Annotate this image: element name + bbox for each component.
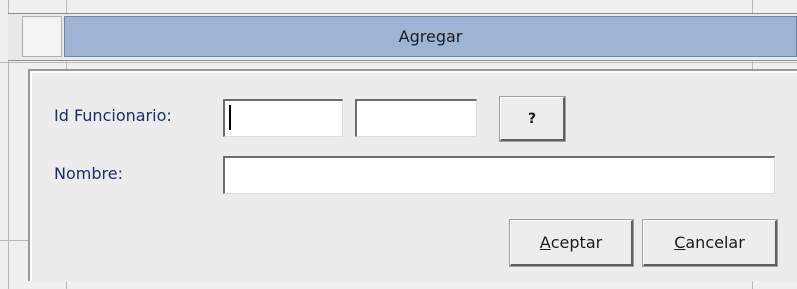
cancelar-button[interactable]: Cancelar (643, 220, 777, 266)
dialog-title-bar: Agregar (64, 16, 797, 57)
nombre-label: Nombre: (54, 164, 123, 183)
grid-line (0, 62, 797, 63)
nombre-input[interactable] (223, 156, 775, 194)
id-funcionario-input[interactable] (223, 99, 343, 137)
cancelar-mnemonic: C (674, 233, 686, 252)
header-corner (22, 16, 62, 57)
text-caret (229, 105, 231, 130)
grid-line (0, 240, 30, 241)
dialog-title: Agregar (398, 27, 463, 46)
aceptar-button[interactable]: Aceptar (510, 220, 633, 266)
id-funcionario-secondary-input[interactable] (355, 99, 477, 137)
help-lookup-button[interactable]: ? (500, 97, 565, 141)
id-funcionario-label: Id Funcionario: (54, 106, 172, 125)
help-button-label: ? (527, 110, 537, 127)
aceptar-mnemonic: A (539, 233, 551, 252)
cancelar-label: ancelar (685, 233, 745, 252)
aceptar-label: ceptar (550, 233, 603, 252)
